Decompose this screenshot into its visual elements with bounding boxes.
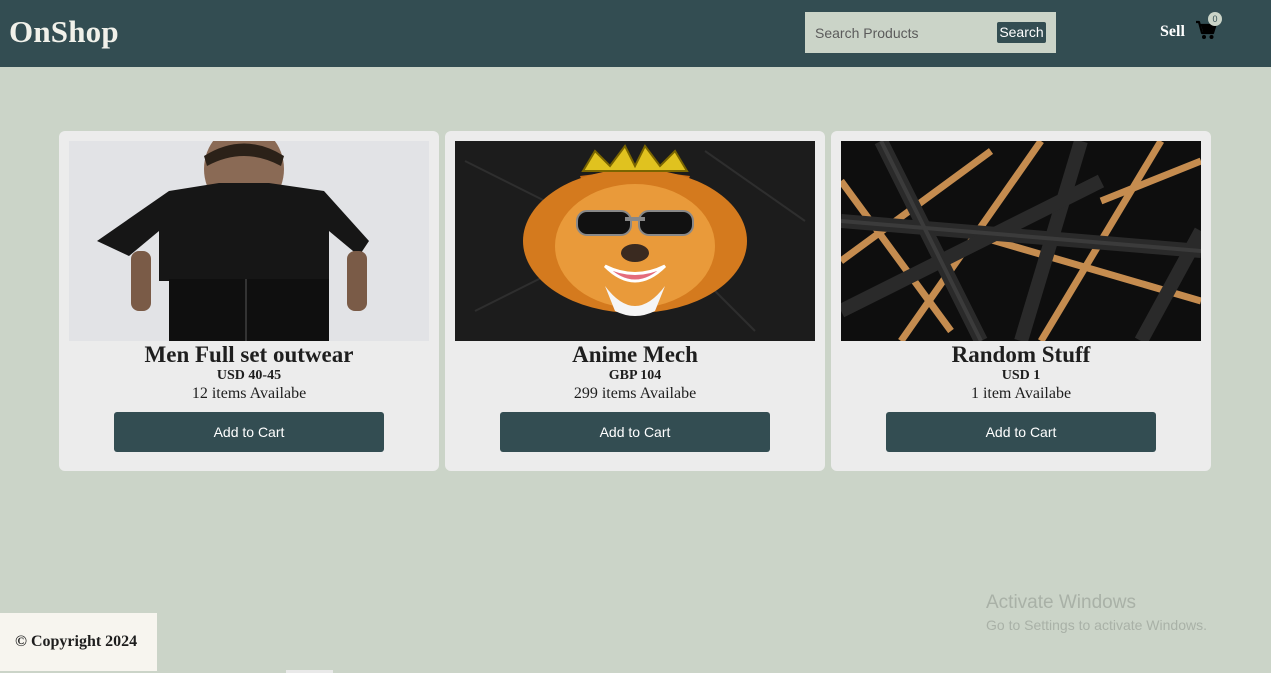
copyright-text: © Copyright 2024 (15, 633, 138, 650)
activate-windows-subtitle: Go to Settings to activate Windows. (986, 617, 1207, 633)
product-card: Anime Mech GBP 104 299 items Availabe Ad… (445, 131, 825, 471)
product-title[interactable]: Random Stuff (831, 341, 1211, 369)
add-to-cart-button[interactable]: Add to Cart (500, 412, 770, 452)
product-image-abstract[interactable] (841, 141, 1201, 341)
product-image-lion[interactable] (455, 141, 815, 341)
activate-windows-title: Activate Windows (986, 592, 1136, 613)
product-stock: 299 items Availabe (573, 385, 697, 402)
product-price: USD 1 (1001, 368, 1041, 383)
search-input[interactable] (805, 12, 995, 53)
search-button[interactable]: Search (997, 22, 1046, 43)
product-price: GBP 104 (608, 368, 662, 383)
add-to-cart-button[interactable]: Add to Cart (114, 412, 384, 452)
top-navbar: OnShop (0, 0, 1271, 67)
brand-logo[interactable]: OnShop (9, 14, 119, 50)
add-to-cart-button[interactable]: Add to Cart (886, 412, 1156, 452)
product-stock: 12 items Availabe (191, 385, 307, 402)
product-title[interactable]: Men Full set outwear (59, 341, 439, 369)
product-stock: 1 item Availabe (970, 385, 1072, 402)
footer: © Copyright 2024 (0, 613, 157, 671)
product-card: Men Full set outwear USD 40-45 12 items … (59, 131, 439, 471)
product-image-man-outfit[interactable] (69, 141, 429, 341)
product-card: Random Stuff USD 1 1 item Availabe Add t… (831, 131, 1211, 471)
sell-link[interactable]: Sell (1160, 23, 1185, 41)
cart-count-badge: 0 (1208, 12, 1222, 26)
product-price: USD 40-45 (216, 368, 282, 383)
product-title[interactable]: Anime Mech (445, 341, 825, 369)
